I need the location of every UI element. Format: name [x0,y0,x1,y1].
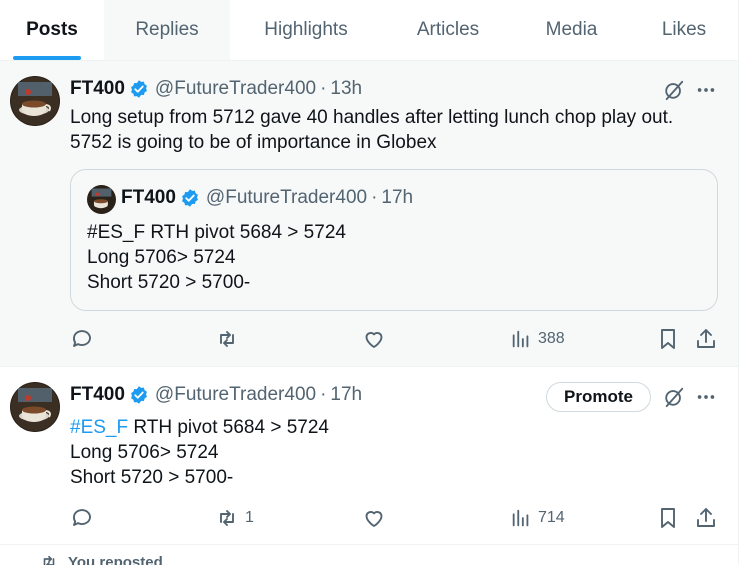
post-text: Long setup from 5712 gave 40 handles aft… [70,105,673,155]
tab-label: Media [545,19,598,40]
views-icon [512,509,529,527]
quoted-text: #ES_F RTH pivot 5684 > 5724 Long 5706> 5… [87,220,346,295]
bookmark-icon [661,329,675,349]
share-button[interactable] [694,503,718,533]
repost-button[interactable]: 1 [215,503,254,533]
bookmark-button[interactable] [656,503,680,533]
post-text-line: 5752 is going to be of importance in Glo… [70,132,437,153]
post-time[interactable]: 17h [330,384,362,406]
profile-tabs: Posts Replies Highlights Articles Media … [0,0,738,61]
post-text-fragment: RTH pivot 5684 > 5724 [128,417,329,438]
avatar[interactable] [10,76,60,126]
quoted-text-line: Short 5720 > 5700- [87,272,251,293]
grok-icon[interactable] [660,383,688,411]
repost-icon [43,555,55,565]
repost-icon [220,331,234,347]
share-icon [697,508,715,527]
share-button[interactable] [694,324,718,354]
tab-articles[interactable]: Articles [382,0,514,60]
like-icon [365,511,383,527]
tab-likes[interactable]: Likes [629,0,738,60]
quoted-text-line: Long 5706> 5724 [87,247,236,268]
author-name[interactable]: FT400 [70,384,125,406]
share-icon [697,329,715,348]
verified-badge-icon [129,385,149,405]
quoted-author-handle: @FutureTrader400 [205,187,368,208]
reply-button[interactable] [70,324,94,354]
author-name[interactable]: FT400 [70,78,125,100]
reply-icon [73,330,91,347]
post-text: #ES_F RTH pivot 5684 > 5724 Long 5706> 5… [70,415,329,490]
tab-label: Likes [661,19,707,40]
reposted-indicator: You reposted [40,553,163,565]
bookmark-button[interactable] [656,324,680,354]
like-button[interactable] [362,503,386,533]
post-actions: 1 714 [70,503,720,533]
tab-label: Posts [26,19,78,40]
post[interactable]: FT400 @FutureTrader400 · 17h Promote #ES… [0,367,738,545]
quoted-author-name: FT400 [121,187,176,208]
reposted-label: You reposted [68,553,163,565]
tab-replies[interactable]: Replies [104,0,230,60]
avatar[interactable] [10,382,60,432]
profile-timeline: Posts Replies Highlights Articles Media … [0,0,739,565]
post-text-line: #ES_F RTH pivot 5684 > 5724 [70,415,329,440]
tab-posts[interactable]: Posts [0,0,104,60]
like-button[interactable] [362,324,386,354]
active-tab-indicator [13,56,81,60]
post-header: FT400 @FutureTrader400 · 13h [70,78,362,100]
repost-icon [220,510,234,526]
quoted-avatar [87,185,116,214]
post-header: FT400 @FutureTrader400 · 17h [70,384,362,406]
verified-badge-icon [129,79,149,99]
reply-button[interactable] [70,503,94,533]
post-text-line: Long 5706> 5724 [70,442,219,463]
post-actions: 388 [70,324,720,354]
repost-button[interactable] [215,324,239,354]
tab-label: Articles [416,19,480,40]
separator-dot: · [320,78,327,99]
more-icon[interactable] [692,383,720,411]
post-text-line: Short 5720 > 5700- [70,467,234,488]
author-handle[interactable]: @FutureTrader400 [155,78,316,100]
more-icon[interactable] [692,76,720,104]
tab-label: Replies [135,19,199,40]
views-button[interactable]: 388 [510,324,565,354]
separator-dot: · [371,187,378,208]
grok-icon[interactable] [660,76,688,104]
repost-count: 1 [245,509,254,526]
post-text-line: Long setup from 5712 gave 40 handles aft… [70,107,674,128]
views-count: 714 [538,509,565,526]
tab-label: Highlights [264,19,348,40]
hashtag-link[interactable]: #ES_F [70,417,128,438]
verified-badge-icon [180,188,200,208]
bookmark-icon [661,508,675,528]
tab-media[interactable]: Media [514,0,629,60]
quoted-text-line: #ES_F RTH pivot 5684 > 5724 [87,222,346,243]
separator-dot: · [320,384,327,405]
tab-highlights[interactable]: Highlights [230,0,382,60]
quoted-post-time: 17h [381,187,414,208]
reply-icon [73,509,91,526]
author-handle[interactable]: @FutureTrader400 [155,384,316,406]
post[interactable]: FT400 @FutureTrader400 · 13h Long setup … [0,61,738,367]
quoted-post[interactable]: FT400 @FutureTrader400 · 17h #ES_F RTH p… [70,169,718,311]
like-icon [365,332,383,348]
promote-button[interactable]: Promote [546,382,651,412]
views-icon [512,330,529,348]
post-time[interactable]: 13h [330,78,362,100]
quoted-header: FT400 @FutureTrader400 · 17h [121,187,413,209]
views-button[interactable]: 714 [510,503,565,533]
views-count: 388 [538,330,565,347]
